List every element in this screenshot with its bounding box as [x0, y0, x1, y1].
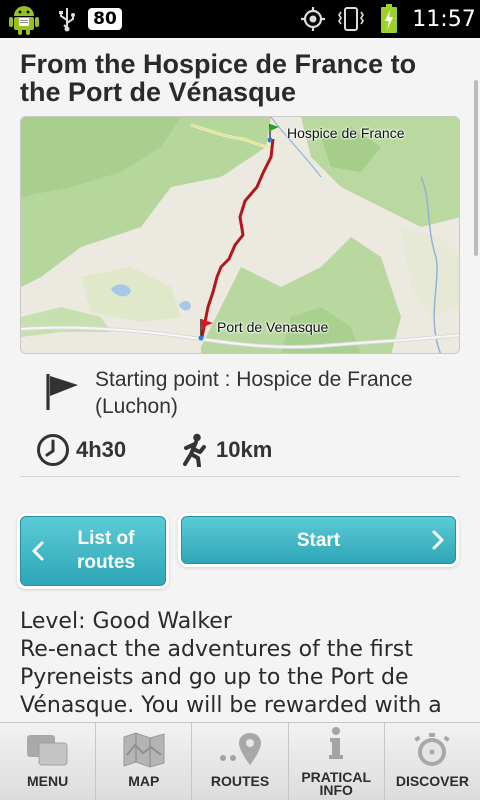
map-label-start: Hospice de France — [287, 125, 405, 141]
route-stats: 4h30 10km — [20, 430, 460, 470]
flag-icon — [46, 374, 78, 410]
start-marker-icon[interactable] — [267, 123, 281, 143]
nav-label-discover: DISCOVER — [395, 773, 469, 789]
divider — [20, 476, 460, 477]
nav-label-practical-info: PRATICAL INFO — [301, 769, 372, 798]
nav-item-practical-info[interactable]: PRATICAL INFO — [289, 723, 385, 800]
route-map[interactable]: Hospice de France Port de Venasque — [20, 116, 460, 354]
nav-item-map[interactable]: MAP — [96, 723, 193, 800]
list-of-routes-label: List of routes — [76, 528, 136, 573]
gps-icon — [298, 0, 328, 38]
clock-icon — [37, 434, 69, 466]
map-label-end: Port de Venasque — [217, 319, 329, 335]
starting-point-text: Starting point : Hospice de France (Luch… — [95, 368, 413, 418]
start-label: Start — [296, 530, 341, 551]
battery-badge: 80 — [85, 0, 125, 38]
nav-label-menu: MENU — [26, 773, 69, 789]
walker-icon — [183, 433, 206, 467]
clock-time: 11:57 — [412, 6, 476, 32]
usb-icon — [54, 0, 80, 38]
scrollbar[interactable] — [474, 80, 478, 256]
page-title: From the Hospice de France to the Port d… — [20, 49, 417, 107]
map-icon — [123, 732, 165, 768]
discover-icon — [415, 733, 450, 766]
route-description: Level: Good Walker Re-enact the adventur… — [20, 608, 465, 720]
chevron-right-icon — [432, 530, 444, 550]
vibrate-icon — [336, 0, 366, 38]
menu-icon — [26, 735, 68, 766]
battery-charging-icon — [376, 0, 402, 38]
nav-item-routes[interactable]: ROUTES — [192, 723, 289, 800]
duration-value: 4h30 — [76, 437, 127, 462]
route-detail-content[interactable]: From the Hospice de France to the Port d… — [0, 38, 480, 722]
android-icon — [6, 0, 42, 38]
nav-item-menu[interactable]: MENU — [0, 723, 97, 800]
distance-value: 10km — [216, 437, 273, 462]
start-button[interactable]: Start — [181, 516, 456, 564]
list-of-routes-button[interactable]: List of routes — [20, 516, 166, 586]
chevron-left-icon — [32, 541, 44, 561]
starting-point-row: Starting point : Hospice de France (Luch… — [20, 364, 460, 424]
battery-level: 80 — [88, 8, 122, 30]
clock: 11:57 — [412, 0, 476, 38]
route-level: Level: Good Walker — [20, 609, 232, 634]
status-bar: 80 11:57 — [0, 0, 480, 38]
route-description-text: Re-enact the adventures of the first Pyr… — [20, 637, 442, 718]
distance-stat: 10km — [180, 430, 272, 470]
end-flag-icon[interactable] — [197, 317, 215, 341]
nav-item-discover[interactable]: DISCOVER — [385, 723, 480, 800]
nav-label-routes: ROUTES — [210, 773, 270, 789]
info-icon — [329, 727, 344, 759]
bottom-navigation: MENU MAP ROUTES PRATICAL INFO DISCOVER — [0, 722, 480, 800]
routes-icon — [220, 733, 261, 765]
duration-stat: 4h30 — [36, 430, 126, 470]
nav-label-map: MAP — [128, 773, 160, 789]
